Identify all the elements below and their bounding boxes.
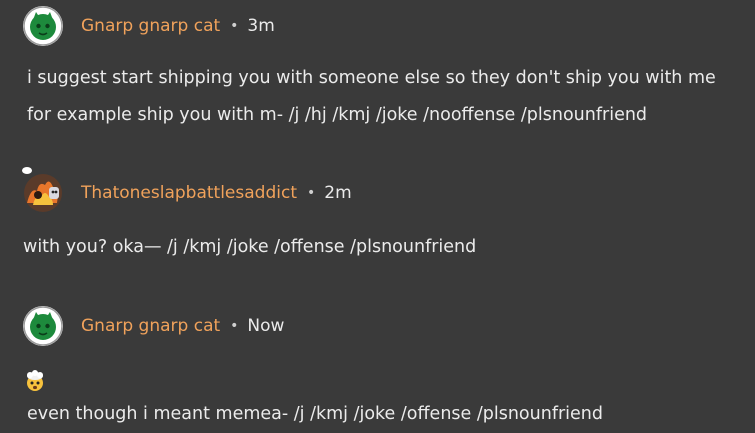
fire-character-avatar-icon[interactable] bbox=[23, 173, 63, 213]
separator-dot: • bbox=[306, 185, 316, 201]
comment-3-header: Gnarp gnarp cat • Now bbox=[23, 303, 284, 349]
comment-timestamp: 3m bbox=[247, 16, 275, 36]
comment-1-header: Gnarp gnarp cat • 3m bbox=[23, 3, 275, 49]
comment-3-line-1: even though i meant memea- /j /kmj /joke… bbox=[27, 404, 604, 424]
exploding-head-emoji bbox=[24, 370, 46, 392]
green-cat-avatar-icon[interactable] bbox=[23, 306, 63, 346]
comment-author[interactable]: Gnarp gnarp cat bbox=[81, 16, 220, 36]
separator-dot: • bbox=[230, 318, 239, 334]
comment-2-line-1: with you? oka— /j /kmj /joke /offense /p… bbox=[23, 237, 477, 257]
comment-author[interactable]: Thatoneslapbattlesaddict bbox=[81, 183, 297, 203]
comment-1-line-2: for example ship you with m- /j /hj /kmj… bbox=[27, 105, 648, 125]
comment-timestamp: Now bbox=[247, 316, 285, 336]
comment-2-header: Thatoneslapbattlesaddict • 2m bbox=[23, 170, 352, 216]
comment-1-line-1: i suggest start shipping you with someon… bbox=[27, 68, 716, 88]
comment-author[interactable]: Gnarp gnarp cat bbox=[81, 316, 220, 336]
green-cat-avatar-icon[interactable] bbox=[23, 6, 63, 46]
separator-dot: • bbox=[230, 18, 239, 34]
comment-timestamp: 2m bbox=[324, 183, 352, 203]
